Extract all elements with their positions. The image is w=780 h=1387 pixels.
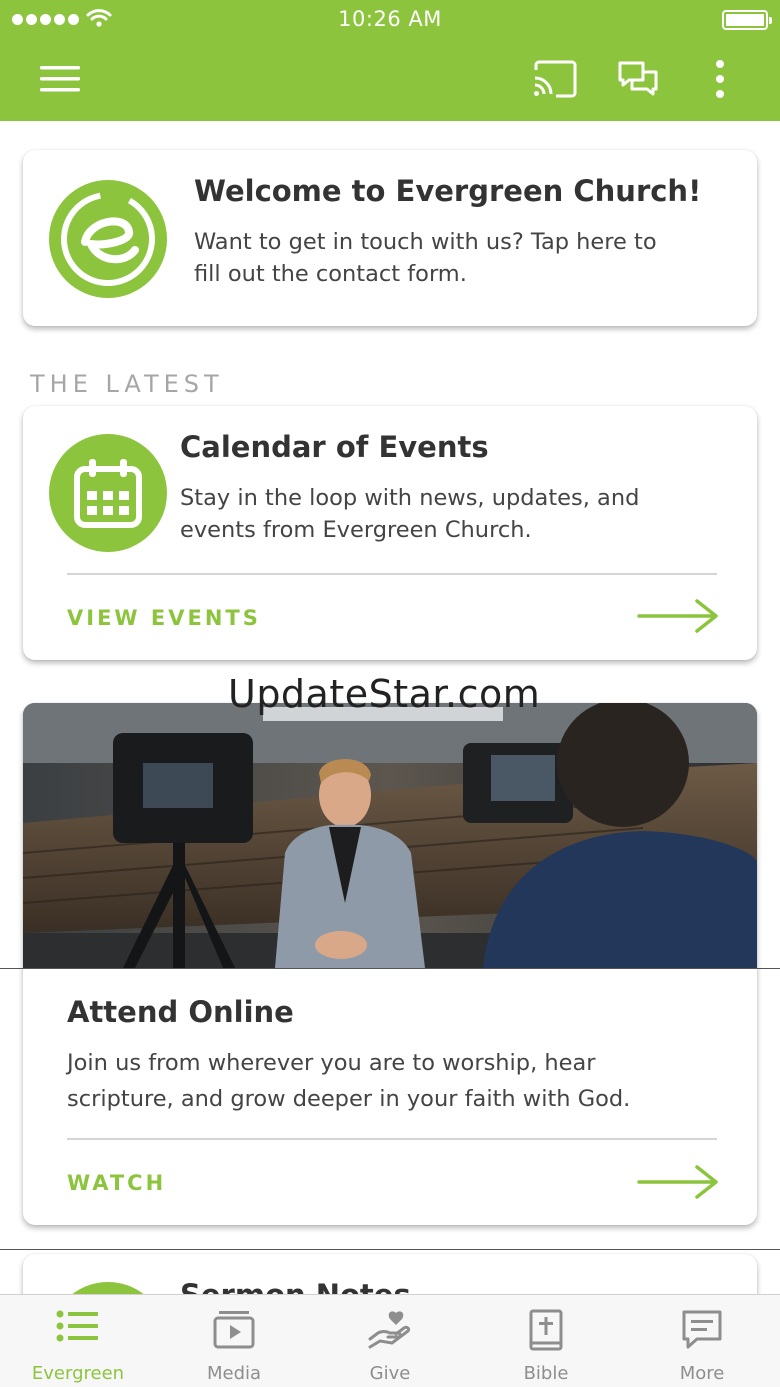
tab-media[interactable]: Media <box>156 1295 312 1387</box>
welcome-text-line: fill out the contact form. <box>194 261 467 287</box>
status-time: 10:26 AM <box>338 7 442 31</box>
evergreen-logo-icon <box>49 180 167 298</box>
bottom-tab-bar: Evergreen Media Give Bible More <box>0 1294 780 1387</box>
watch-link[interactable]: WATCH <box>67 1171 166 1195</box>
horizontal-rule <box>0 968 780 969</box>
bible-icon <box>529 1309 563 1351</box>
calendar-icon <box>49 434 167 552</box>
attend-text-line: scripture, and grow deeper in your faith… <box>67 1086 631 1112</box>
welcome-text: Want to get in touch with us? Tap here t… <box>194 226 657 290</box>
tab-more[interactable]: More <box>624 1295 780 1387</box>
attend-online-card[interactable]: Attend Online Join us from wherever you … <box>23 703 757 1225</box>
cast-icon <box>534 60 577 98</box>
tab-evergreen[interactable]: Evergreen <box>0 1295 156 1387</box>
status-bar: 10:26 AM <box>0 0 780 40</box>
arrow-right-icon[interactable] <box>637 598 719 634</box>
divider <box>67 573 717 575</box>
chat-bubbles-icon <box>618 61 658 96</box>
events-card[interactable]: Calendar of Events Stay in the loop with… <box>23 406 757 660</box>
divider <box>67 1138 717 1140</box>
pastor-speaking-to-cameras-photo <box>23 703 757 968</box>
events-text: Stay in the loop with news, updates, and… <box>180 482 639 546</box>
tab-label: More <box>679 1363 725 1384</box>
events-text-line: events from Evergreen Church. <box>180 517 532 543</box>
list-icon <box>56 1310 98 1342</box>
welcome-title: Welcome to Evergreen Church! <box>194 174 702 208</box>
battery-icon <box>722 10 772 30</box>
tab-give[interactable]: Give <box>312 1295 468 1387</box>
attend-text-line: Join us from wherever you are to worship… <box>67 1050 596 1076</box>
tab-bible[interactable]: Bible <box>468 1295 624 1387</box>
hand-heart-icon <box>368 1311 411 1349</box>
events-title: Calendar of Events <box>180 430 489 464</box>
view-events-link[interactable]: VIEW EVENTS <box>67 606 261 630</box>
attend-text: Join us from wherever you are to worship… <box>67 1045 630 1117</box>
attend-title: Attend Online <box>67 995 294 1029</box>
welcome-card[interactable]: Welcome to Evergreen Church! Want to get… <box>23 150 757 326</box>
welcome-text-line: Want to get in touch with us? Tap here t… <box>194 229 657 255</box>
horizontal-rule <box>0 1249 780 1250</box>
tab-label: Give <box>369 1363 411 1384</box>
message-square-icon <box>682 1310 722 1349</box>
media-play-icon <box>213 1311 255 1349</box>
app-header: 10:26 AM <box>0 0 780 121</box>
tab-label: Evergreen <box>31 1363 125 1384</box>
events-text-line: Stay in the loop with news, updates, and <box>180 485 640 511</box>
menu-button[interactable] <box>34 58 86 100</box>
tab-label: Media <box>206 1363 262 1384</box>
tab-label: Bible <box>523 1363 569 1384</box>
hamburger-menu-icon <box>40 66 80 92</box>
arrow-right-icon[interactable] <box>637 1164 719 1200</box>
section-title: THE LATEST <box>30 370 224 398</box>
more-options-button[interactable] <box>700 54 740 104</box>
watermark-text: UpdateStar.com <box>228 672 541 716</box>
chat-button[interactable] <box>612 56 664 102</box>
vertical-dots-icon <box>716 60 724 98</box>
cast-button[interactable] <box>528 56 582 102</box>
